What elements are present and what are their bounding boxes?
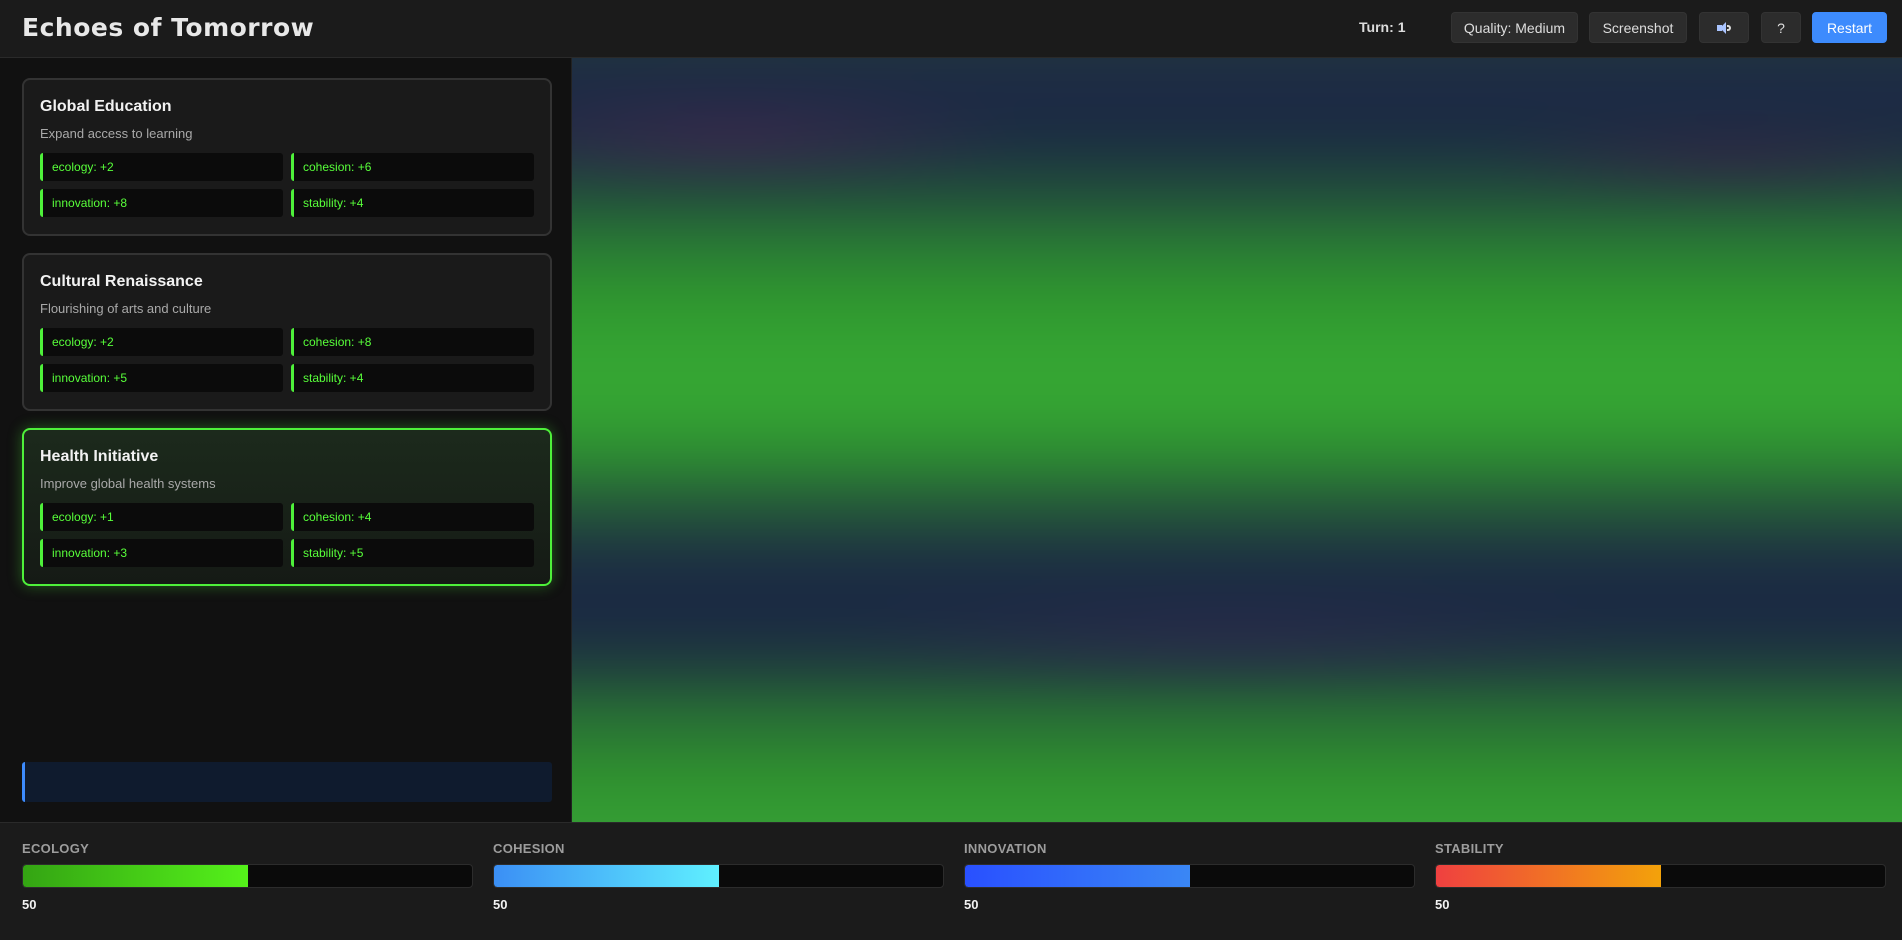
stat-label: INNOVATION (964, 841, 1047, 856)
stat-stability: STABILITY 50 (1435, 841, 1886, 912)
stat-innovation: INNOVATION 50 (964, 841, 1415, 912)
policy-card-cultural-renaissance[interactable]: Cultural Renaissance Flourishing of arts… (22, 253, 552, 411)
stat-label: ECOLOGY (22, 841, 90, 856)
card-description: Flourishing of arts and culture (40, 301, 212, 316)
effect-stability: stability: +4 (291, 189, 534, 217)
stats-bar: ECOLOGY 50 COHESION 50 INNOVATION 50 STA… (0, 822, 1902, 940)
stat-track (964, 864, 1415, 888)
app-title: Echoes of Tomorrow (22, 13, 315, 42)
effect-innovation: innovation: +5 (40, 364, 283, 392)
effect-cohesion: cohesion: +4 (291, 503, 534, 531)
stat-value: 50 (1435, 897, 1450, 912)
stat-value: 50 (22, 897, 37, 912)
effect-innovation: innovation: +3 (40, 539, 283, 567)
turn-value: 1 (1397, 19, 1406, 35)
message-panel (22, 762, 552, 802)
stat-track (493, 864, 944, 888)
effect-stability: stability: +5 (291, 539, 534, 567)
speaker-icon (1717, 21, 1731, 34)
top-bar: Echoes of Tomorrow Turn: 1 Quality: Mediu… (0, 0, 1902, 58)
quality-button[interactable]: Quality: Medium (1451, 12, 1578, 43)
stat-track (1435, 864, 1886, 888)
policy-card-health-initiative[interactable]: Health Initiative Improve global health … (22, 428, 552, 586)
stat-fill (23, 865, 248, 887)
policy-card-global-education[interactable]: Global Education Expand access to learni… (22, 78, 552, 236)
sound-toggle-button[interactable] (1699, 12, 1749, 43)
stat-track (22, 864, 473, 888)
turn-label: Turn: (1359, 19, 1394, 35)
effect-cohesion: cohesion: +6 (291, 153, 534, 181)
stat-fill (494, 865, 719, 887)
card-title: Health Initiative (40, 448, 159, 465)
stat-ecology: ECOLOGY 50 (22, 841, 473, 912)
effect-innovation: innovation: +8 (40, 189, 283, 217)
effect-ecology: ecology: +2 (40, 328, 283, 356)
effects-grid: ecology: +2 cohesion: +8 innovation: +5 … (40, 328, 534, 392)
stat-fill (1436, 865, 1661, 887)
effect-ecology: ecology: +2 (40, 153, 283, 181)
turn-counter: Turn: 1 (1359, 19, 1406, 35)
effect-cohesion: cohesion: +8 (291, 328, 534, 356)
world-visualization-canvas[interactable] (572, 58, 1902, 822)
card-description: Expand access to learning (40, 126, 193, 141)
stat-fill (965, 865, 1190, 887)
card-description: Improve global health systems (40, 476, 216, 491)
policy-sidebar: Global Education Expand access to learni… (0, 58, 572, 822)
help-button[interactable]: ? (1761, 12, 1801, 43)
effect-stability: stability: +4 (291, 364, 534, 392)
card-title: Cultural Renaissance (40, 273, 203, 290)
stat-label: STABILITY (1435, 841, 1504, 856)
effects-grid: ecology: +1 cohesion: +4 innovation: +3 … (40, 503, 534, 567)
stat-label: COHESION (493, 841, 565, 856)
screenshot-button[interactable]: Screenshot (1589, 12, 1687, 43)
stat-value: 50 (964, 897, 979, 912)
stat-cohesion: COHESION 50 (493, 841, 944, 912)
world-render (572, 58, 1902, 822)
stat-value: 50 (493, 897, 508, 912)
card-title: Global Education (40, 98, 172, 115)
effect-ecology: ecology: +1 (40, 503, 283, 531)
effects-grid: ecology: +2 cohesion: +6 innovation: +8 … (40, 153, 534, 217)
restart-button[interactable]: Restart (1812, 12, 1887, 43)
